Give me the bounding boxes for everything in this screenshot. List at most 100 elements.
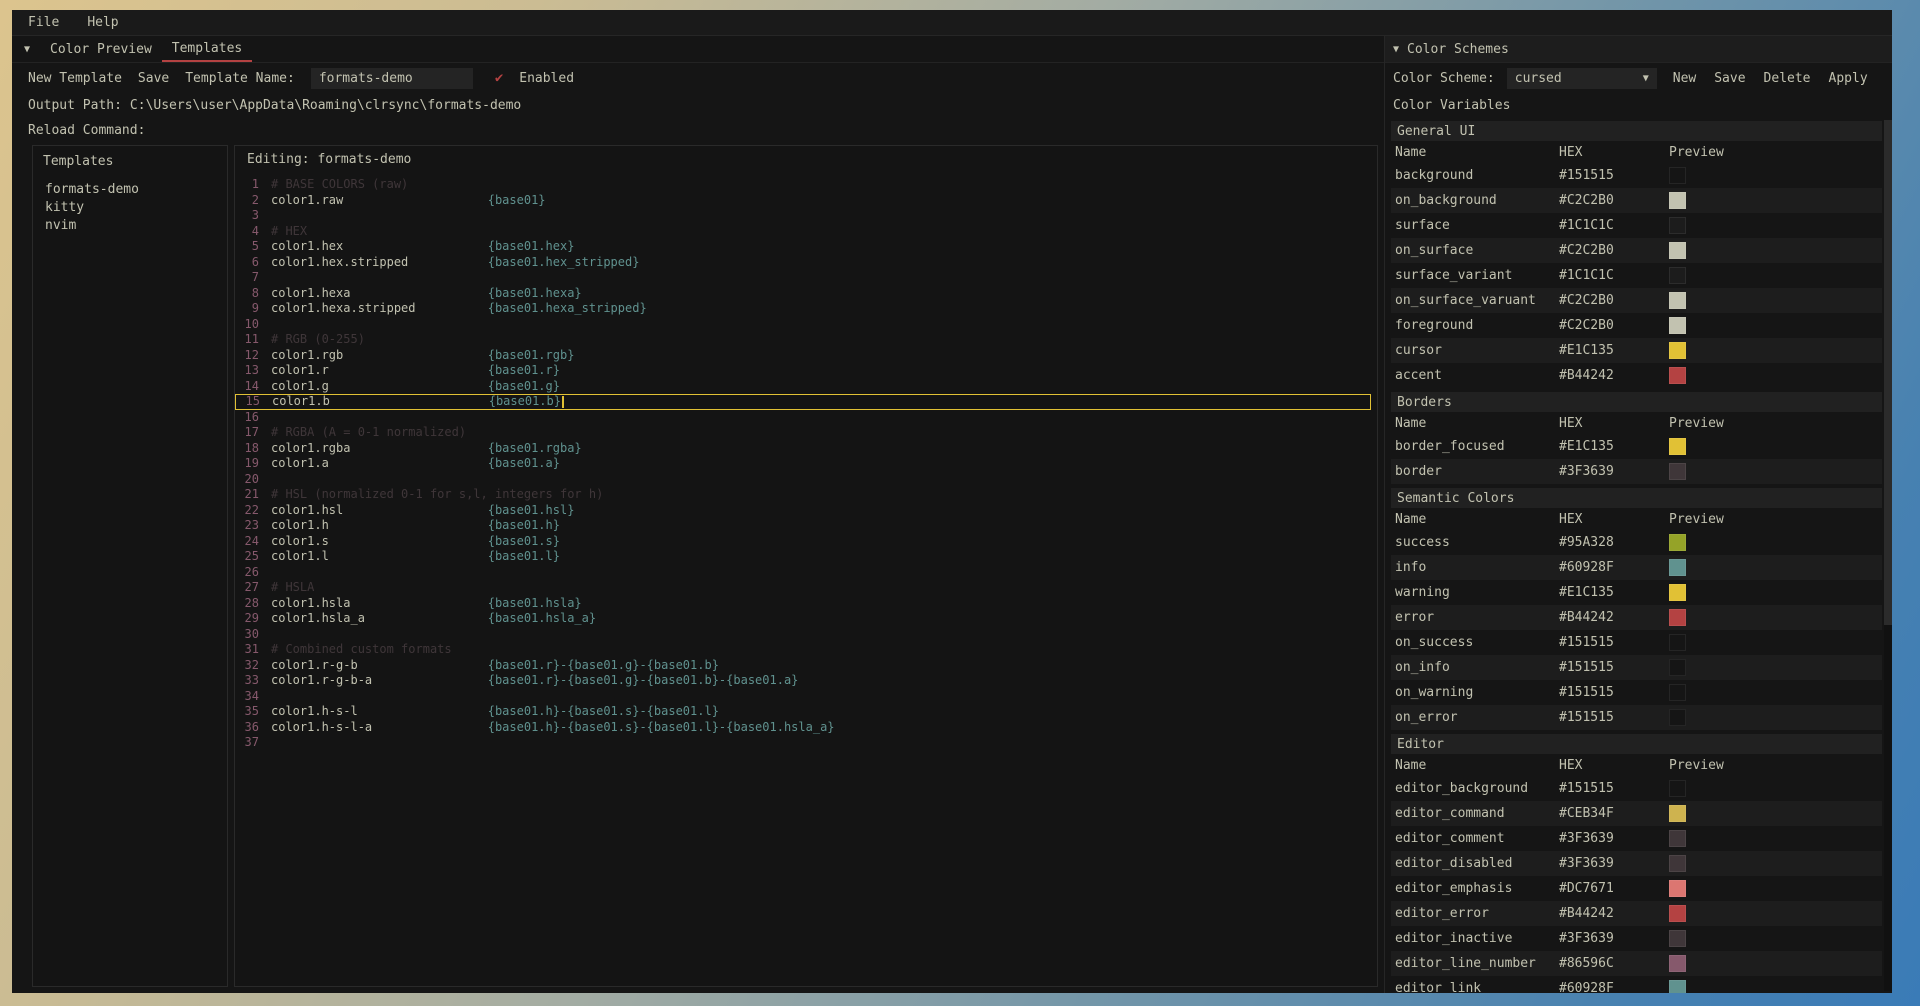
editor-line[interactable]: 12color1.rgb{base01.rgb} <box>235 348 1371 364</box>
color-row[interactable]: info#60928F <box>1391 555 1882 580</box>
color-row[interactable]: editor_inactive#3F3639 <box>1391 926 1882 951</box>
editor-line[interactable]: 37 <box>235 735 1371 751</box>
color-row[interactable]: surface_variant#1C1C1C <box>1391 263 1882 288</box>
section-header-semantic-colors[interactable]: Semantic Colors <box>1391 488 1882 508</box>
editor-title: Editing: formats-demo <box>235 146 1377 173</box>
editor-line[interactable]: 23color1.h{base01.h} <box>235 518 1371 534</box>
scheme-save-button[interactable]: Save <box>1714 71 1745 86</box>
editor-line[interactable]: 27# HSLA <box>235 580 1371 596</box>
color-row[interactable]: border#3F3639 <box>1391 459 1882 484</box>
editor-line[interactable]: 11# RGB (0-255) <box>235 332 1371 348</box>
template-item-kitty[interactable]: kitty <box>43 199 217 217</box>
tab-color-preview[interactable]: Color Preview <box>40 36 162 62</box>
editor-line[interactable]: 8color1.hexa{base01.hexa} <box>235 286 1371 302</box>
editor-line[interactable]: 20 <box>235 472 1371 488</box>
editor-line[interactable]: 21# HSL (normalized 0-1 for s,l, integer… <box>235 487 1371 503</box>
editor-line[interactable]: 16 <box>235 410 1371 426</box>
editor-line-selected[interactable]: 15color1.b{base01.b} <box>235 394 1371 410</box>
editor-line[interactable]: 28color1.hsla{base01.hsla} <box>235 596 1371 612</box>
editor-line[interactable]: 22color1.hsl{base01.hsl} <box>235 503 1371 519</box>
color-row[interactable]: border_focused#E1C135 <box>1391 434 1882 459</box>
section-header-general-ui[interactable]: General UI <box>1391 121 1882 141</box>
color-row[interactable]: foreground#C2C2B0 <box>1391 313 1882 338</box>
color-row[interactable]: accent#B44242 <box>1391 363 1882 388</box>
editor-line[interactable]: 18color1.rgba{base01.rgba} <box>235 441 1371 457</box>
scheme-apply-button[interactable]: Apply <box>1829 71 1868 86</box>
menu-item-file[interactable]: File <box>28 15 59 30</box>
scrollbar-thumb[interactable] <box>1884 120 1892 625</box>
new-template-button[interactable]: New Template <box>28 71 122 86</box>
editor-line[interactable]: 13color1.r{base01.r} <box>235 363 1371 379</box>
editor-line[interactable]: 2color1.raw{base01} <box>235 193 1371 209</box>
scheme-select[interactable]: cursed ▼ <box>1507 68 1657 89</box>
color-row[interactable]: error#B44242 <box>1391 605 1882 630</box>
color-row[interactable]: on_warning#151515 <box>1391 680 1882 705</box>
editor-code-area[interactable]: 1# BASE COLORS (raw)2color1.raw{base01}3… <box>235 173 1377 986</box>
menu-item-help[interactable]: Help <box>87 15 118 30</box>
editor-line[interactable]: 19color1.a{base01.a} <box>235 456 1371 472</box>
color-row[interactable]: on_success#151515 <box>1391 630 1882 655</box>
editor-line[interactable]: 26 <box>235 565 1371 581</box>
tab-templates[interactable]: Templates <box>162 36 252 62</box>
color-row[interactable]: editor_disabled#3F3639 <box>1391 851 1882 876</box>
scrollbar[interactable] <box>1884 120 1892 991</box>
color-row[interactable]: warning#E1C135 <box>1391 580 1882 605</box>
comment-text: # HSL (normalized 0-1 for s,l, integers … <box>271 487 603 501</box>
color-row[interactable]: editor_comment#3F3639 <box>1391 826 1882 851</box>
editor-line[interactable]: 33color1.r-g-b-a{base01.r}-{base01.g}-{b… <box>235 673 1371 689</box>
color-row[interactable]: cursor#E1C135 <box>1391 338 1882 363</box>
value-text: {base01.a} <box>488 456 560 470</box>
color-schemes-header[interactable]: ▼ Color Schemes <box>1385 36 1892 63</box>
editor-line[interactable]: 6color1.hex.stripped{base01.hex_stripped… <box>235 255 1371 271</box>
color-row[interactable]: background#151515 <box>1391 163 1882 188</box>
enabled-check-icon[interactable]: ✔ <box>495 70 503 86</box>
color-name: error <box>1395 610 1559 625</box>
collapse-arrow-icon[interactable]: ▼ <box>24 44 30 55</box>
save-template-button[interactable]: Save <box>138 71 169 86</box>
color-row[interactable]: on_surface_varuant#C2C2B0 <box>1391 288 1882 313</box>
color-row[interactable]: on_background#C2C2B0 <box>1391 188 1882 213</box>
editor-line[interactable]: 9color1.hexa.stripped{base01.hexa_stripp… <box>235 301 1371 317</box>
color-row[interactable]: editor_line_number#86596C <box>1391 951 1882 976</box>
color-row[interactable]: editor_command#CEB34F <box>1391 801 1882 826</box>
editor-line[interactable]: 17# RGBA (A = 0-1 normalized) <box>235 425 1371 441</box>
color-swatch <box>1669 955 1686 972</box>
color-row[interactable]: surface#1C1C1C <box>1391 213 1882 238</box>
color-row[interactable]: editor_background#151515 <box>1391 776 1882 801</box>
scheme-delete-button[interactable]: Delete <box>1764 71 1811 86</box>
color-row[interactable]: editor_emphasis#DC7671 <box>1391 876 1882 901</box>
collapse-arrow-icon[interactable]: ▼ <box>1393 44 1399 55</box>
color-row[interactable]: on_info#151515 <box>1391 655 1882 680</box>
template-item-formats-demo[interactable]: formats-demo <box>43 181 217 199</box>
editor-line[interactable]: 1# BASE COLORS (raw) <box>235 177 1371 193</box>
color-row[interactable]: editor_error#B44242 <box>1391 901 1882 926</box>
color-row[interactable]: on_surface#C2C2B0 <box>1391 238 1882 263</box>
value-text: {base01.r}-{base01.g}-{base01.b}-{base01… <box>488 673 799 687</box>
editor-line[interactable]: 24color1.s{base01.s} <box>235 534 1371 550</box>
editor-line[interactable]: 34 <box>235 689 1371 705</box>
editor-line[interactable]: 30 <box>235 627 1371 643</box>
editor-line[interactable]: 14color1.g{base01.g} <box>235 379 1371 395</box>
section-header-borders[interactable]: Borders <box>1391 392 1882 412</box>
section-header-editor[interactable]: Editor <box>1391 734 1882 754</box>
editor-line[interactable]: 36color1.h-s-l-a{base01.h}-{base01.s}-{b… <box>235 720 1371 736</box>
editor-line[interactable]: 5color1.hex{base01.hex} <box>235 239 1371 255</box>
column-header-name: Name <box>1395 145 1559 160</box>
line-text: # HSLA <box>271 580 1371 596</box>
template-name-input[interactable] <box>311 68 473 89</box>
editor-line[interactable]: 31# Combined custom formats <box>235 642 1371 658</box>
editor-line[interactable]: 35color1.h-s-l{base01.h}-{base01.s}-{bas… <box>235 704 1371 720</box>
color-row[interactable]: editor_link#60928F <box>1391 976 1882 993</box>
editor-line[interactable]: 7 <box>235 270 1371 286</box>
color-row[interactable]: on_error#151515 <box>1391 705 1882 730</box>
template-item-nvim[interactable]: nvim <box>43 217 217 235</box>
editor-line[interactable]: 4# HEX <box>235 224 1371 240</box>
output-path-value[interactable]: C:\Users\user\AppData\Roaming\clrsync\fo… <box>130 98 521 113</box>
scheme-new-button[interactable]: New <box>1673 71 1696 86</box>
editor-line[interactable]: 29color1.hsla_a{base01.hsla_a} <box>235 611 1371 627</box>
color-row[interactable]: success#95A328 <box>1391 530 1882 555</box>
editor-line[interactable]: 32color1.r-g-b{base01.r}-{base01.g}-{bas… <box>235 658 1371 674</box>
editor-line[interactable]: 10 <box>235 317 1371 333</box>
editor-line[interactable]: 3 <box>235 208 1371 224</box>
editor-line[interactable]: 25color1.l{base01.l} <box>235 549 1371 565</box>
